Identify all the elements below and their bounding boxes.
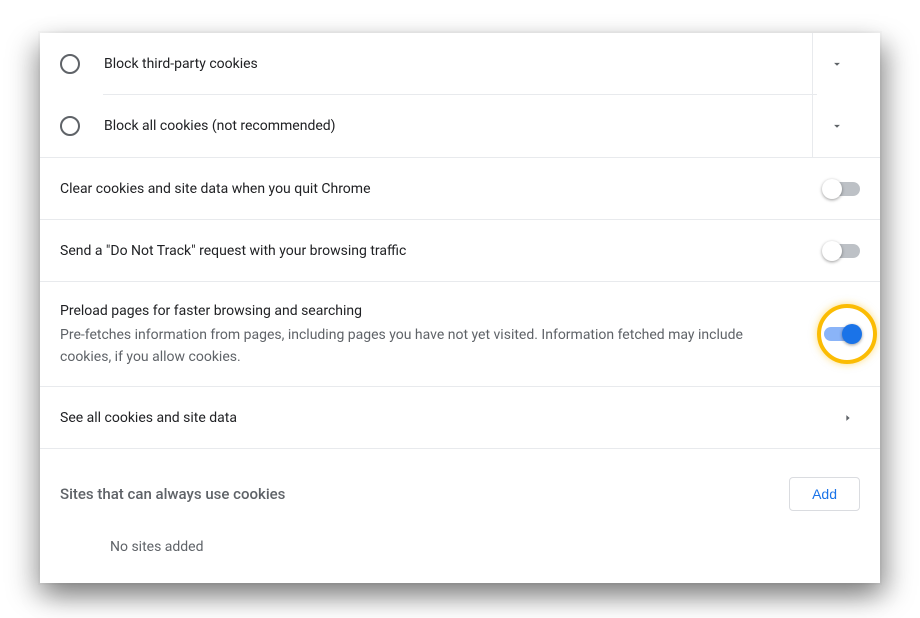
radio-row-block-all[interactable]: Block all cookies (not recommended)	[40, 95, 880, 158]
section-title: Sites that can always use cookies	[60, 485, 789, 503]
add-button[interactable]: Add	[789, 477, 860, 511]
toggle-row-clear-on-quit: Clear cookies and site data when you qui…	[40, 158, 880, 220]
toggle-knob	[842, 324, 862, 344]
expand-button[interactable]	[812, 33, 860, 95]
toggle-row-preload: Preload pages for faster browsing and se…	[40, 282, 880, 387]
toggle-preload[interactable]	[824, 327, 860, 341]
nav-label: See all cookies and site data	[60, 407, 836, 429]
chevron-down-icon	[825, 52, 849, 76]
empty-text: No sites added	[110, 539, 204, 555]
toggle-title: Preload pages for faster browsing and se…	[60, 300, 774, 322]
toggle-knob	[822, 179, 842, 199]
settings-panel: Block third-party cookies Block all cook…	[40, 33, 880, 583]
radio-label: Block third-party cookies	[80, 56, 812, 72]
toggle-subtitle: Pre-fetches information from pages, incl…	[60, 324, 774, 368]
radio-icon	[60, 116, 80, 136]
toggle-label: Send a "Do Not Track" request with your …	[60, 243, 824, 259]
toggle-do-not-track[interactable]	[824, 244, 860, 258]
toggle-knob	[822, 241, 842, 261]
expand-button[interactable]	[812, 95, 860, 157]
chevron-right-icon	[836, 406, 860, 430]
radio-row-block-third-party[interactable]: Block third-party cookies	[40, 33, 880, 95]
nav-see-all-cookies[interactable]: See all cookies and site data	[40, 387, 880, 449]
toggle-clear-on-quit[interactable]	[824, 182, 860, 196]
radio-label: Block all cookies (not recommended)	[80, 118, 812, 134]
chevron-down-icon	[825, 114, 849, 138]
empty-state: No sites added	[40, 519, 880, 575]
toggle-label: Clear cookies and site data when you qui…	[60, 181, 824, 197]
section-always-use-cookies: Sites that can always use cookies Add	[40, 449, 880, 519]
toggle-row-do-not-track: Send a "Do Not Track" request with your …	[40, 220, 880, 282]
radio-icon	[60, 54, 80, 74]
